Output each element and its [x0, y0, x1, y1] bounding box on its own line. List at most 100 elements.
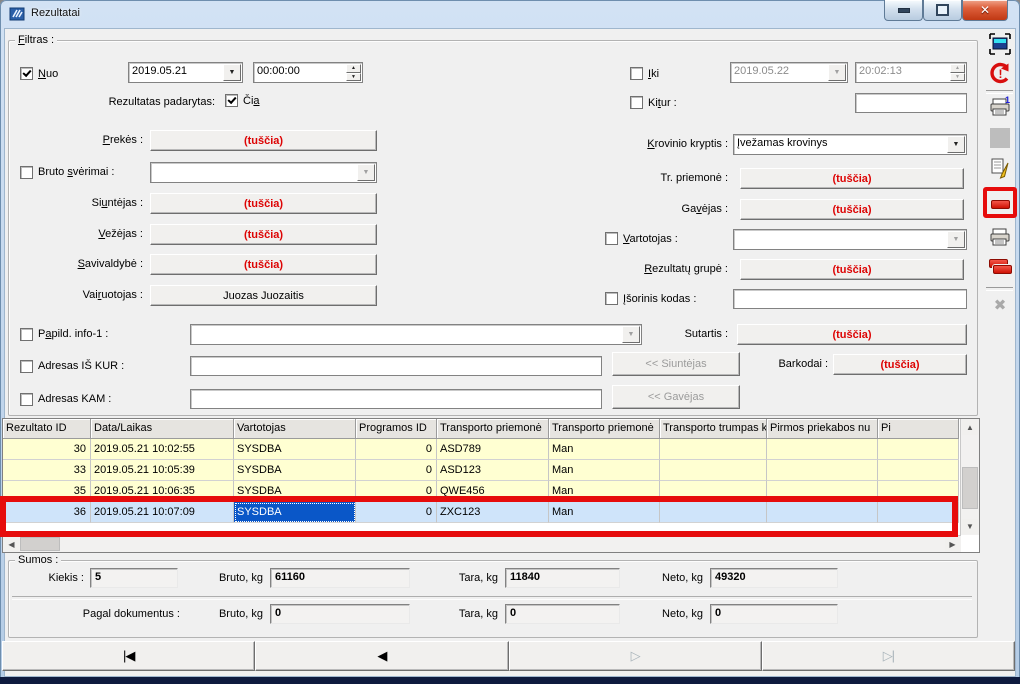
table-cell[interactable]: [660, 502, 767, 523]
fit-window-button[interactable]: [987, 31, 1013, 57]
prekes-button[interactable]: (tuščia): [150, 130, 377, 151]
barkodai-button[interactable]: (tuščia): [833, 354, 967, 375]
column-header[interactable]: Programos ID: [356, 419, 437, 439]
vezejas-button[interactable]: (tuščia): [150, 224, 377, 245]
table-cell[interactable]: [767, 481, 878, 502]
table-cell[interactable]: Man: [549, 502, 660, 523]
adresas-kam-checkbox[interactable]: [20, 393, 33, 406]
isorinis-kodas-checkbox[interactable]: [605, 292, 618, 305]
column-header[interactable]: Data/Laikas: [91, 419, 234, 439]
print-preview-button[interactable]: 1: [987, 94, 1013, 120]
cia-checkbox[interactable]: [225, 94, 238, 107]
table-vertical-scrollbar[interactable]: ▲ ▼: [960, 419, 979, 535]
table-cell[interactable]: SYSDBA: [234, 481, 356, 502]
vartotojas-checkbox[interactable]: [605, 232, 618, 245]
nav-last-button[interactable]: ▷|: [762, 641, 1015, 671]
table-cell[interactable]: 0: [356, 481, 437, 502]
table-cell[interactable]: Man: [549, 460, 660, 481]
column-header[interactable]: Pirmos priekabos nu: [767, 419, 878, 439]
copy-gavejas-button[interactable]: << Gavėjas: [612, 385, 740, 409]
krovinio-kryptis-combo[interactable]: Įvežamas krovinys▼: [733, 134, 967, 155]
refresh-button[interactable]: !: [987, 60, 1013, 86]
table-cell[interactable]: 30: [3, 439, 91, 460]
dropdown-arrow-icon[interactable]: ▼: [947, 136, 965, 153]
isorinis-kodas-input[interactable]: [733, 289, 967, 309]
table-cell[interactable]: 0: [356, 460, 437, 481]
copy-siuntejas-button[interactable]: << Siuntėjas: [612, 352, 740, 376]
tr-priemone-button[interactable]: (tuščia): [740, 168, 964, 189]
remove-result-button[interactable]: [987, 191, 1013, 217]
nuo-time-spinner[interactable]: 00:00:00▲▼: [253, 62, 363, 83]
table-cell[interactable]: [878, 481, 959, 502]
kitur-checkbox[interactable]: [630, 96, 643, 109]
siuntejas-button[interactable]: (tuščia): [150, 193, 377, 214]
table-cell[interactable]: SYSDBA: [234, 460, 356, 481]
bruto-sverimai-checkbox[interactable]: [20, 166, 33, 179]
nav-next-button[interactable]: ▷: [509, 641, 762, 671]
table-cell[interactable]: [767, 439, 878, 460]
table-cell[interactable]: [878, 502, 959, 523]
table-cell[interactable]: [878, 439, 959, 460]
iki-checkbox[interactable]: [630, 67, 643, 80]
nuo-date-combo[interactable]: 2019.05.21▼: [128, 62, 243, 83]
print-button[interactable]: [987, 224, 1013, 250]
table-row[interactable]: 302019.05.21 10:02:55SYSDBA0ASD789Man: [3, 439, 959, 460]
scroll-right-icon[interactable]: ▶: [945, 537, 960, 551]
table-cell[interactable]: SYSDBA: [234, 502, 356, 523]
scroll-up-icon[interactable]: ▲: [962, 420, 978, 435]
adresas-kam-input[interactable]: [190, 389, 602, 409]
close-button[interactable]: ✕: [962, 0, 1008, 21]
remove-multiple-button[interactable]: [987, 254, 1013, 280]
column-header[interactable]: Rezultato ID: [3, 419, 91, 439]
table-cell[interactable]: 2019.05.21 10:02:55: [91, 439, 234, 460]
titlebar[interactable]: Rezultatai ✕: [0, 0, 1020, 28]
sutartis-button[interactable]: (tuščia): [737, 324, 967, 345]
nav-prior-button[interactable]: ◀: [255, 641, 508, 671]
gavejas-button[interactable]: (tuščia): [740, 199, 964, 220]
table-cell[interactable]: [878, 460, 959, 481]
table-cell[interactable]: [767, 460, 878, 481]
scroll-down-icon[interactable]: ▼: [962, 519, 978, 534]
bruto-sverimai-combo[interactable]: ▼: [150, 162, 377, 183]
column-header[interactable]: Transporto priemonė: [437, 419, 549, 439]
iki-date-combo[interactable]: 2019.05.22▼: [730, 62, 848, 83]
table-cell[interactable]: 35: [3, 481, 91, 502]
table-cell[interactable]: 2019.05.21 10:06:35: [91, 481, 234, 502]
scroll-left-icon[interactable]: ◀: [4, 537, 19, 551]
spinner-arrows-icon[interactable]: ▲▼: [346, 64, 361, 81]
table-cell[interactable]: 0: [356, 502, 437, 523]
table-cell[interactable]: 36: [3, 502, 91, 523]
nav-first-button[interactable]: |◀: [2, 641, 255, 671]
table-cell[interactable]: Man: [549, 481, 660, 502]
hscroll-thumb[interactable]: [20, 537, 60, 551]
column-header[interactable]: Pi: [878, 419, 959, 439]
iki-time-spinner[interactable]: 20:02:13▲▼: [855, 62, 967, 83]
table-row[interactable]: 362019.05.21 10:07:09SYSDBA0ZXC123Man: [3, 502, 959, 523]
edit-results-button[interactable]: [987, 155, 1013, 181]
rezultatu-grupe-button[interactable]: (tuščia): [740, 259, 964, 280]
table-cell[interactable]: ASD789: [437, 439, 549, 460]
table-cell[interactable]: 2019.05.21 10:05:39: [91, 460, 234, 481]
papild-info-checkbox[interactable]: [20, 328, 33, 341]
table-cell[interactable]: ASD123: [437, 460, 549, 481]
table-cell[interactable]: 0: [356, 439, 437, 460]
nuo-checkbox[interactable]: [20, 67, 33, 80]
table-cell[interactable]: ZXC123: [437, 502, 549, 523]
table-cell[interactable]: SYSDBA: [234, 439, 356, 460]
vscroll-thumb[interactable]: [962, 467, 978, 509]
restore-button[interactable]: [923, 0, 962, 21]
table-cell[interactable]: 2019.05.21 10:07:09: [91, 502, 234, 523]
table-cell[interactable]: QWE456: [437, 481, 549, 502]
column-header[interactable]: Vartotojas: [234, 419, 356, 439]
kitur-input[interactable]: [855, 93, 967, 113]
dropdown-arrow-icon[interactable]: ▼: [223, 64, 241, 81]
adresas-is-kur-checkbox[interactable]: [20, 360, 33, 373]
vartotojas-combo[interactable]: ▼: [733, 229, 967, 250]
table-cell[interactable]: [767, 502, 878, 523]
table-row[interactable]: 352019.05.21 10:06:35SYSDBA0QWE456Man: [3, 481, 959, 502]
table-cell[interactable]: 33: [3, 460, 91, 481]
blank-button[interactable]: [987, 125, 1013, 151]
table-cell[interactable]: [660, 439, 767, 460]
table-cell[interactable]: [660, 481, 767, 502]
column-header[interactable]: Transporto priemonė: [549, 419, 660, 439]
